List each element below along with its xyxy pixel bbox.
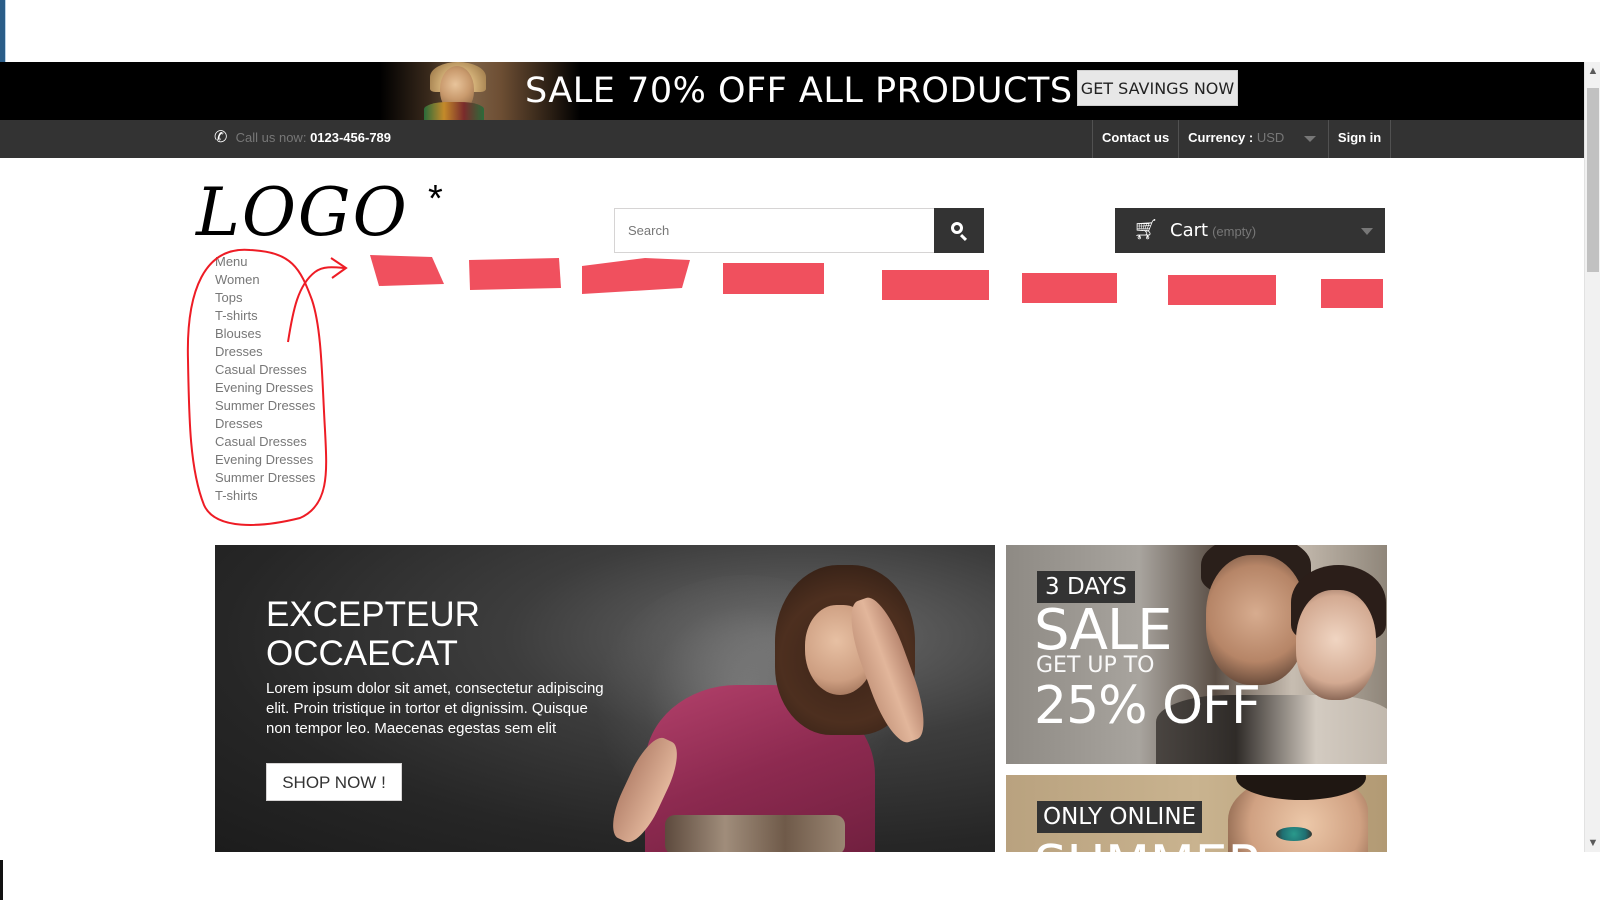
menu-item[interactable]: Dresses [215,415,315,433]
search-input[interactable] [615,209,933,252]
hero-title-line-1: EXCEPTEUR [266,595,480,634]
cart-status: (empty) [1212,224,1257,239]
menu-item[interactable]: Blouses [215,325,315,343]
scroll-up-arrow-icon[interactable]: ▲ [1585,62,1600,80]
phone-number: 0123-456-789 [310,130,392,145]
menu-item[interactable]: Evening Dresses [215,379,315,397]
red-block-6 [1022,273,1117,303]
sign-in-link[interactable]: Sign in [1329,120,1392,158]
red-arrow-head [330,257,348,279]
shop-now-button[interactable]: SHOP NOW ! [266,763,402,801]
three-days-sale-banner[interactable]: 3 DAYS SALE GET UP TO 25% OFF [1006,545,1387,764]
cart-icon: 🛒︎ [1133,219,1159,241]
page-bottom-area [0,852,1600,900]
browser-top-area [0,0,1600,62]
currency-label: Currency : [1188,130,1254,145]
menu-item[interactable]: Summer Dresses [215,469,315,487]
get-savings-button[interactable]: GET SAVINGS NOW [1077,70,1238,106]
cart-text: Cart (empty) [1170,220,1256,243]
site-logo[interactable]: LOGO * [196,178,466,248]
red-block-8 [1321,279,1383,308]
currency-selector[interactable]: Currency : USD [1179,120,1329,158]
menu-item[interactable]: Women [215,271,315,289]
hero-title-line-2: OCCAECAT [266,634,458,673]
promo-woman-face [1296,590,1376,700]
menu-item[interactable]: Dresses [215,343,315,361]
hero-description: Lorem ipsum dolor sit amet, consectetur … [266,680,604,737]
red-block-2 [469,258,561,290]
top-nav-bar: ✆ Call us now: 0123-456-789 Contact us C… [0,120,1584,158]
red-block-3 [582,258,690,294]
red-block-7 [1168,275,1276,305]
promo2-model-eye [1276,827,1312,841]
menu-item[interactable]: Casual Dresses [215,433,315,451]
scrollbar-thumb[interactable] [1587,88,1599,272]
menu-item[interactable]: Tops [215,289,315,307]
banner-headline: SALE 70% OFF ALL PRODUCTS [525,71,1073,111]
page-scrollbar[interactable]: ▲ ▼ [1584,62,1600,852]
red-placeholder-blocks [370,255,1383,308]
menu-item[interactable]: Summer Dresses [215,397,315,415]
category-menu: Menu Women Tops T-shirts Blouses Dresses… [215,253,315,505]
red-block-4 [723,263,824,294]
promo-online-tag: ONLY ONLINE [1037,801,1203,833]
only-online-banner[interactable]: ONLY ONLINE SUMMER [1006,775,1387,852]
search-button[interactable] [934,208,984,253]
promo-sale-text: SALE [1034,598,1172,663]
menu-item[interactable]: T-shirts [215,307,315,325]
logo-text: LOGO [196,174,409,251]
cart-label: Cart [1170,220,1209,241]
hero-title: EXCEPTEUR OCCAECAT [266,595,606,673]
call-us-info: ✆ Call us now: 0123-456-789 [214,128,391,148]
menu-item[interactable]: T-shirts [215,487,315,505]
promo-summer-text: SUMMER [1034,837,1264,852]
search-icon [951,222,963,234]
sale-banner[interactable]: SALE 70% OFF ALL PRODUCTS GET SAVINGS NO… [0,62,1584,120]
red-block-1 [370,255,444,286]
menu-item[interactable]: Evening Dresses [215,451,315,469]
logo-asterisk-mark: * [428,178,443,220]
red-block-5 [882,270,989,300]
hero-slider[interactable]: EXCEPTEUR OCCAECAT Lorem ipsum dolor sit… [215,545,995,852]
nav-links: Contact us Currency : USD Sign in [1092,120,1392,158]
promo-percent-off: 25% OFF [1034,676,1261,736]
promo-up-to-text: GET UP TO [1036,653,1155,678]
window-edge [0,0,6,62]
window-edge-bottom [0,860,3,900]
currency-value: USD [1256,130,1285,145]
search-box [614,208,984,253]
search-icon-handle [959,233,968,242]
menu-item[interactable]: Menu [215,253,315,271]
call-us-label: Call us now: [235,130,307,145]
model-dress [424,102,484,120]
cart-chevron-down-icon [1361,228,1373,235]
chevron-down-icon [1303,135,1316,142]
contact-us-link[interactable]: Contact us [1093,120,1180,158]
scroll-down-arrow-icon[interactable]: ▼ [1585,834,1600,852]
hero-model-belt [665,815,845,852]
phone-icon: ✆ [214,129,228,146]
cart-block[interactable]: 🛒︎ Cart (empty) [1115,208,1385,253]
menu-item[interactable]: Casual Dresses [215,361,315,379]
